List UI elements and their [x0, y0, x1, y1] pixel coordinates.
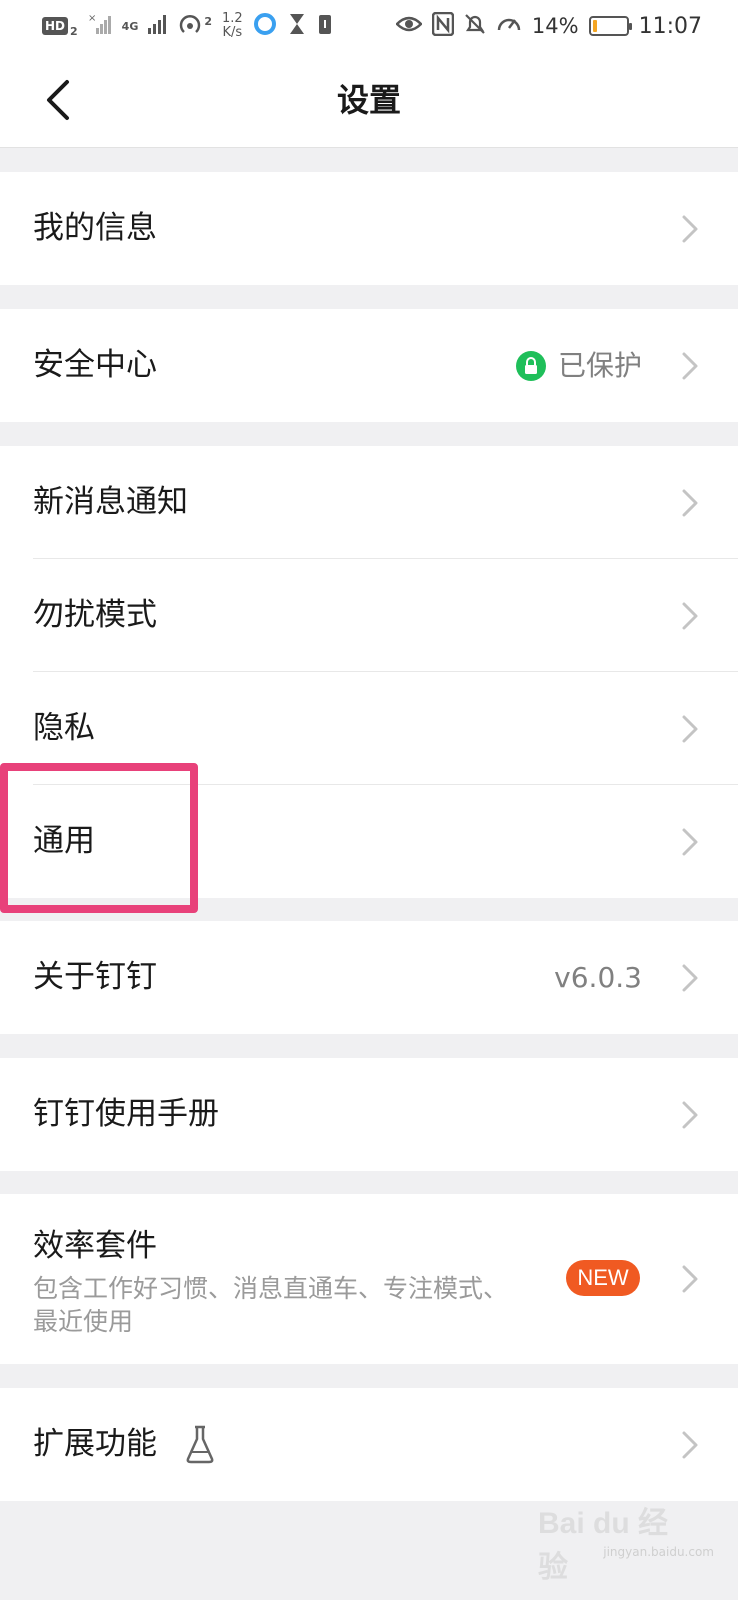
flask-icon — [186, 1425, 214, 1464]
row-my-info[interactable]: 我的信息 — [0, 172, 738, 285]
group-security: 安全中心 已保护 — [0, 309, 738, 422]
chevron-right-icon — [682, 828, 698, 856]
row-efficiency-suite[interactable]: 效率套件 包含工作好习惯、消息直通车、专注模式、最近使用 NEW — [0, 1194, 738, 1364]
row-new-message-notifications[interactable]: 新消息通知 — [0, 446, 738, 559]
speed-unit: K/s — [222, 25, 243, 40]
battery-icon — [588, 16, 632, 36]
group-extensions: 扩展功能 — [0, 1388, 738, 1501]
battery-saver-icon — [317, 12, 333, 41]
row-label: 新消息通知 — [33, 484, 188, 520]
mute-bell-icon — [464, 12, 486, 41]
eye-icon — [395, 14, 423, 39]
signal-bars-icon — [148, 12, 168, 41]
chevron-right-icon — [682, 964, 698, 992]
hotspot-icon — [178, 11, 204, 42]
hd-badge: HD — [42, 17, 69, 35]
hourglass-icon — [287, 12, 307, 41]
speedometer-icon — [496, 12, 522, 41]
group-manual: 钉钉使用手册 — [0, 1058, 738, 1171]
svg-text:×: × — [88, 13, 96, 24]
chevron-right-icon — [682, 215, 698, 243]
status-bar-left: HD 2 × 4G 2 1.2 K/s — [42, 12, 333, 40]
security-status: 已保护 — [557, 349, 642, 382]
signal-x-icon: × — [88, 12, 112, 41]
row-about-dingtalk[interactable]: 关于钉钉 v6.0.3 — [0, 921, 738, 1034]
chevron-right-icon — [682, 1265, 698, 1293]
row-security-center[interactable]: 安全中心 已保护 — [0, 309, 738, 422]
app-notification-icon — [253, 12, 277, 41]
row-do-not-disturb[interactable]: 勿扰模式 — [0, 559, 738, 672]
row-label: 我的信息 — [33, 210, 157, 246]
battery-level — [592, 20, 597, 32]
new-badge: NEW — [566, 1260, 640, 1296]
page-title: 设置 — [336, 81, 401, 119]
group-about: 关于钉钉 v6.0.3 — [0, 921, 738, 1034]
row-label: 勿扰模式 — [33, 597, 157, 633]
row-user-manual[interactable]: 钉钉使用手册 — [0, 1058, 738, 1171]
highlight-box — [0, 763, 198, 913]
speed-value: 1.2 — [222, 11, 243, 26]
chevron-right-icon — [682, 1431, 698, 1459]
status-bar: HD 2 × 4G 2 1.2 K/s 14% 11:07 — [0, 0, 738, 52]
hd-sim-number: 2 — [70, 24, 78, 38]
network-speed: 1.2 K/s — [222, 12, 243, 40]
lock-icon — [516, 351, 546, 381]
row-extensions[interactable]: 扩展功能 — [0, 1388, 738, 1501]
row-label: 关于钉钉 — [33, 959, 157, 995]
row-label: 效率套件 — [33, 1228, 157, 1264]
network-type: 4G — [121, 19, 139, 33]
chevron-right-icon — [682, 1101, 698, 1129]
nfc-icon — [431, 11, 455, 41]
battery-percent: 14% — [531, 14, 579, 38]
row-label: 扩展功能 — [33, 1426, 157, 1462]
clock: 11:07 — [638, 13, 702, 39]
group-account: 我的信息 — [0, 172, 738, 285]
status-bar-right: 14% 11:07 — [395, 11, 702, 41]
chevron-right-icon — [682, 715, 698, 743]
hotspot-count: 2 — [204, 14, 213, 28]
watermark-url: jingyan.baidu.com — [603, 1545, 714, 1559]
chevron-right-icon — [682, 352, 698, 380]
row-description: 包含工作好习惯、消息直通车、专注模式、最近使用 — [33, 1274, 509, 1336]
row-label: 钉钉使用手册 — [33, 1096, 219, 1132]
nav-header: 设置 — [0, 52, 738, 148]
chevron-right-icon — [682, 602, 698, 630]
row-label: 安全中心 — [33, 347, 157, 383]
version-label: v6.0.3 — [554, 961, 642, 994]
group-efficiency-suite: 效率套件 包含工作好习惯、消息直通车、专注模式、最近使用 NEW — [0, 1194, 738, 1364]
chevron-right-icon — [682, 489, 698, 517]
